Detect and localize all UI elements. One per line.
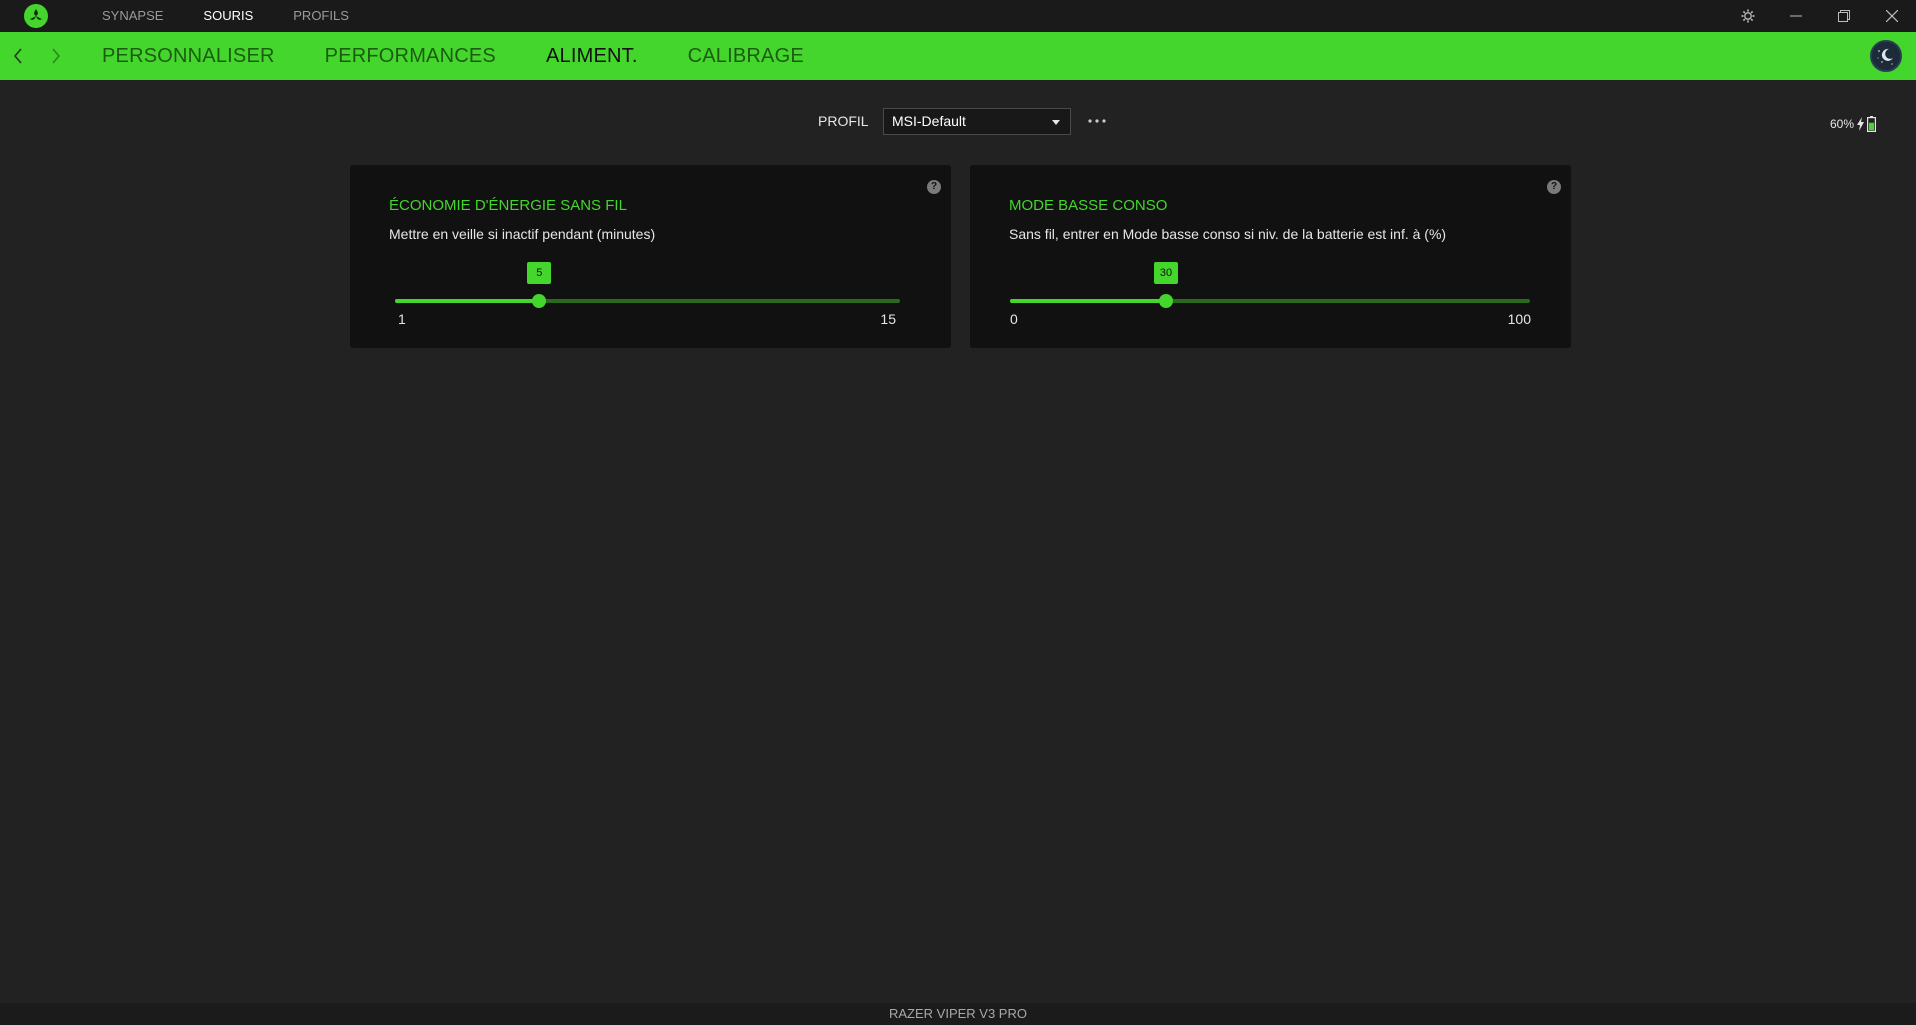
top-nav-profils[interactable]: PROFILS <box>293 0 349 32</box>
tab-performances[interactable]: PERFORMANCES <box>325 32 496 80</box>
slider-min-label: 1 <box>398 311 406 327</box>
tab-aliment[interactable]: ALIMENT. <box>546 32 638 80</box>
window-controls <box>1724 0 1916 32</box>
slider-thumb[interactable] <box>1159 294 1173 308</box>
slider-value-tooltip: 30 <box>1154 262 1178 284</box>
profile-label: PROFIL <box>818 113 869 129</box>
slider-thumb[interactable] <box>532 294 547 308</box>
wireless-power-saving-card: ÉCONOMIE D'ÉNERGIE SANS FIL Mettre en ve… <box>350 165 951 348</box>
tab-calibrage[interactable]: CALIBRAGE <box>688 32 804 80</box>
battery-icon <box>1867 116 1876 132</box>
back-arrow-icon[interactable] <box>3 32 33 80</box>
avatar[interactable] <box>1870 40 1902 72</box>
chevron-down-icon <box>1052 120 1060 125</box>
low-power-threshold-slider[interactable]: 30 <box>1010 262 1530 308</box>
slider-min-label: 0 <box>1010 311 1018 327</box>
top-nav-souris[interactable]: SOURIS <box>203 0 253 32</box>
restore-icon[interactable] <box>1820 0 1868 32</box>
close-icon[interactable] <box>1868 0 1916 32</box>
title-bar: SYNAPSE SOURIS PROFILS <box>0 0 1916 32</box>
device-name-footer: RAZER VIPER V3 PRO <box>0 1003 1916 1025</box>
gear-icon[interactable] <box>1724 0 1772 32</box>
slider-fill <box>395 299 540 303</box>
slider-max-label: 15 <box>880 311 896 327</box>
help-icon[interactable]: ? <box>927 180 941 194</box>
more-options-icon[interactable] <box>1086 112 1108 130</box>
slider-value-tooltip: 5 <box>527 262 552 284</box>
sub-nav-bar: PERSONNALISER PERFORMANCES ALIMENT. CALI… <box>0 32 1916 80</box>
sub-nav: PERSONNALISER PERFORMANCES ALIMENT. CALI… <box>102 32 854 80</box>
card-description: Sans fil, entrer en Mode basse conso si … <box>1009 226 1447 242</box>
razer-logo-icon[interactable] <box>24 4 48 28</box>
card-description: Mettre en veille si inactif pendant (min… <box>389 226 656 242</box>
minimize-icon[interactable] <box>1772 0 1820 32</box>
sleep-timer-slider[interactable]: 5 <box>395 262 900 308</box>
profile-dropdown[interactable]: MSI-Default <box>883 108 1071 135</box>
top-nav: SYNAPSE SOURIS PROFILS <box>102 0 389 32</box>
forward-arrow-icon[interactable] <box>41 32 71 80</box>
top-nav-synapse[interactable]: SYNAPSE <box>102 0 163 32</box>
low-power-mode-card: MODE BASSE CONSO Sans fil, entrer en Mod… <box>970 165 1571 348</box>
tab-personnaliser[interactable]: PERSONNALISER <box>102 32 275 80</box>
profile-selected-value: MSI-Default <box>892 113 966 129</box>
slider-max-label: 100 <box>1507 311 1531 327</box>
card-title: MODE BASSE CONSO <box>1009 197 1168 214</box>
battery-status: 60% <box>1830 116 1876 132</box>
charging-bolt-icon <box>1857 117 1864 131</box>
help-icon[interactable]: ? <box>1547 180 1561 194</box>
battery-percent: 60% <box>1829 117 1854 131</box>
card-title: ÉCONOMIE D'ÉNERGIE SANS FIL <box>389 197 627 214</box>
slider-fill <box>1010 299 1166 303</box>
